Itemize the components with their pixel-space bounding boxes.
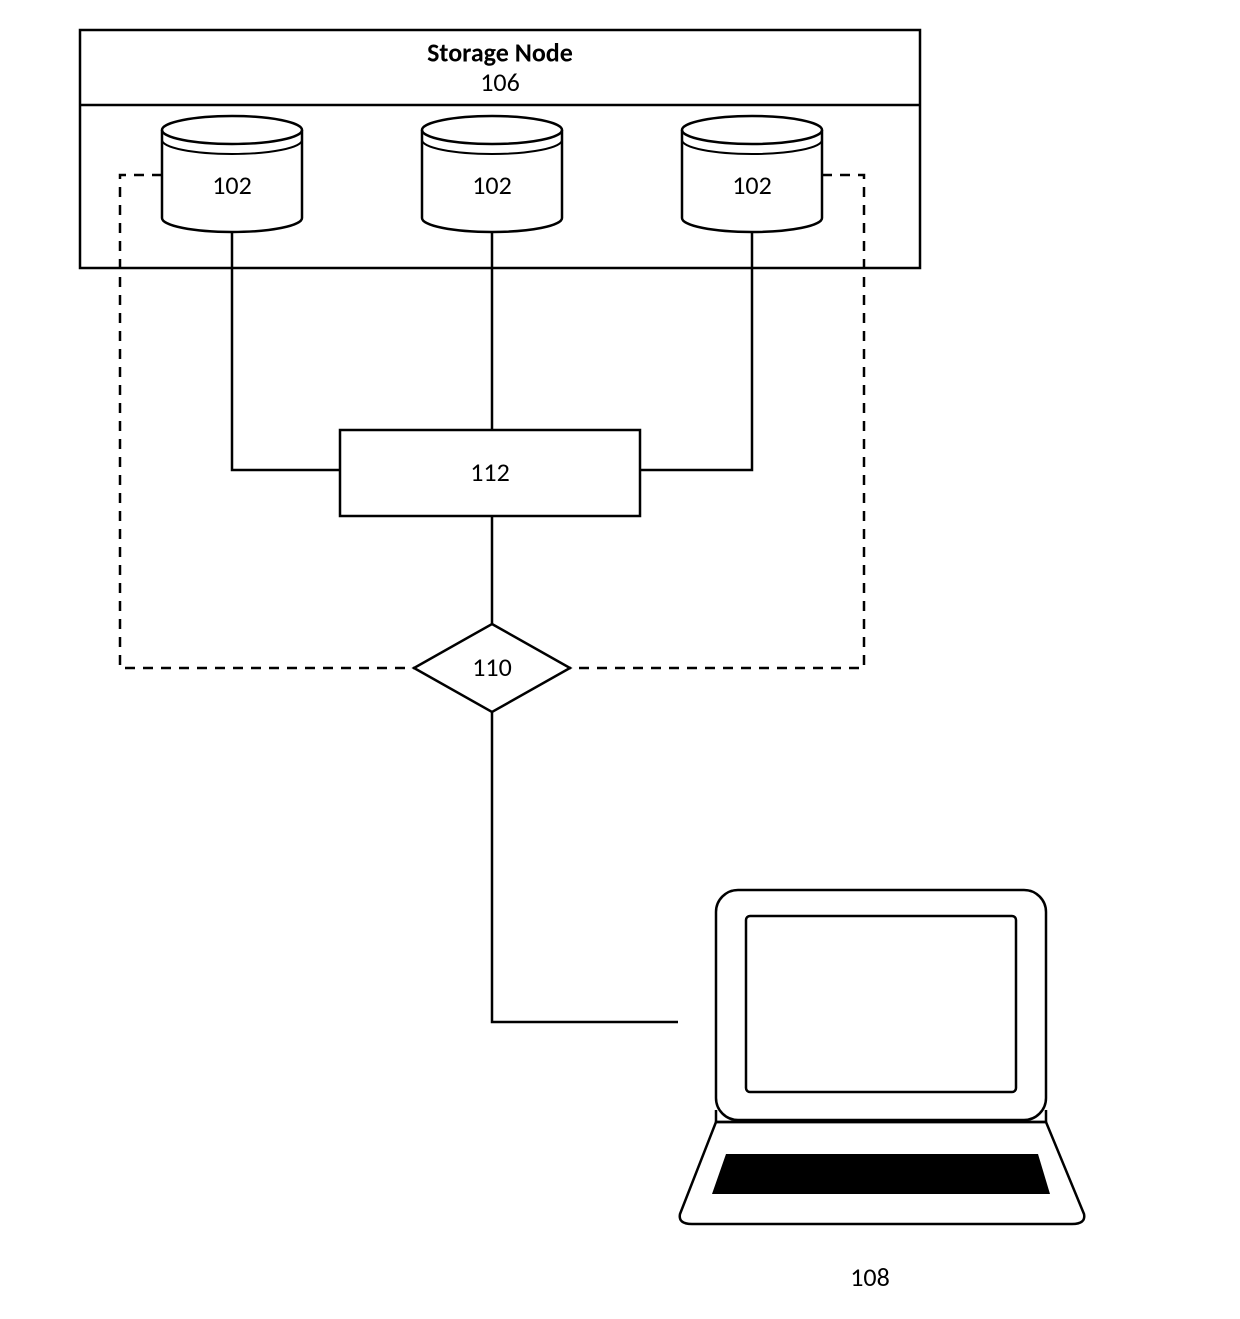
process-box: 112 [340,430,640,516]
cylinder-1-label: 102 [212,169,252,201]
cylinder-2: 102 [422,116,562,232]
connector-diamond-laptop [492,712,678,1022]
cylinder-1: 102 [162,116,302,232]
cylinder-3: 102 [682,116,822,232]
computer-ref: 108 [850,1261,890,1293]
computer-icon [680,890,1085,1224]
decision-label: 110 [472,651,512,683]
decision-diamond: 110 [414,624,570,712]
diagram-canvas: Storage Node 106 102 102 102 112 [0,0,1240,1319]
cylinder-2-label: 102 [472,169,512,201]
process-box-label: 112 [470,456,510,488]
storage-node-title: Storage Node [427,36,573,68]
storage-node-ref: 106 [480,66,520,98]
cylinder-3-label: 102 [732,169,772,201]
